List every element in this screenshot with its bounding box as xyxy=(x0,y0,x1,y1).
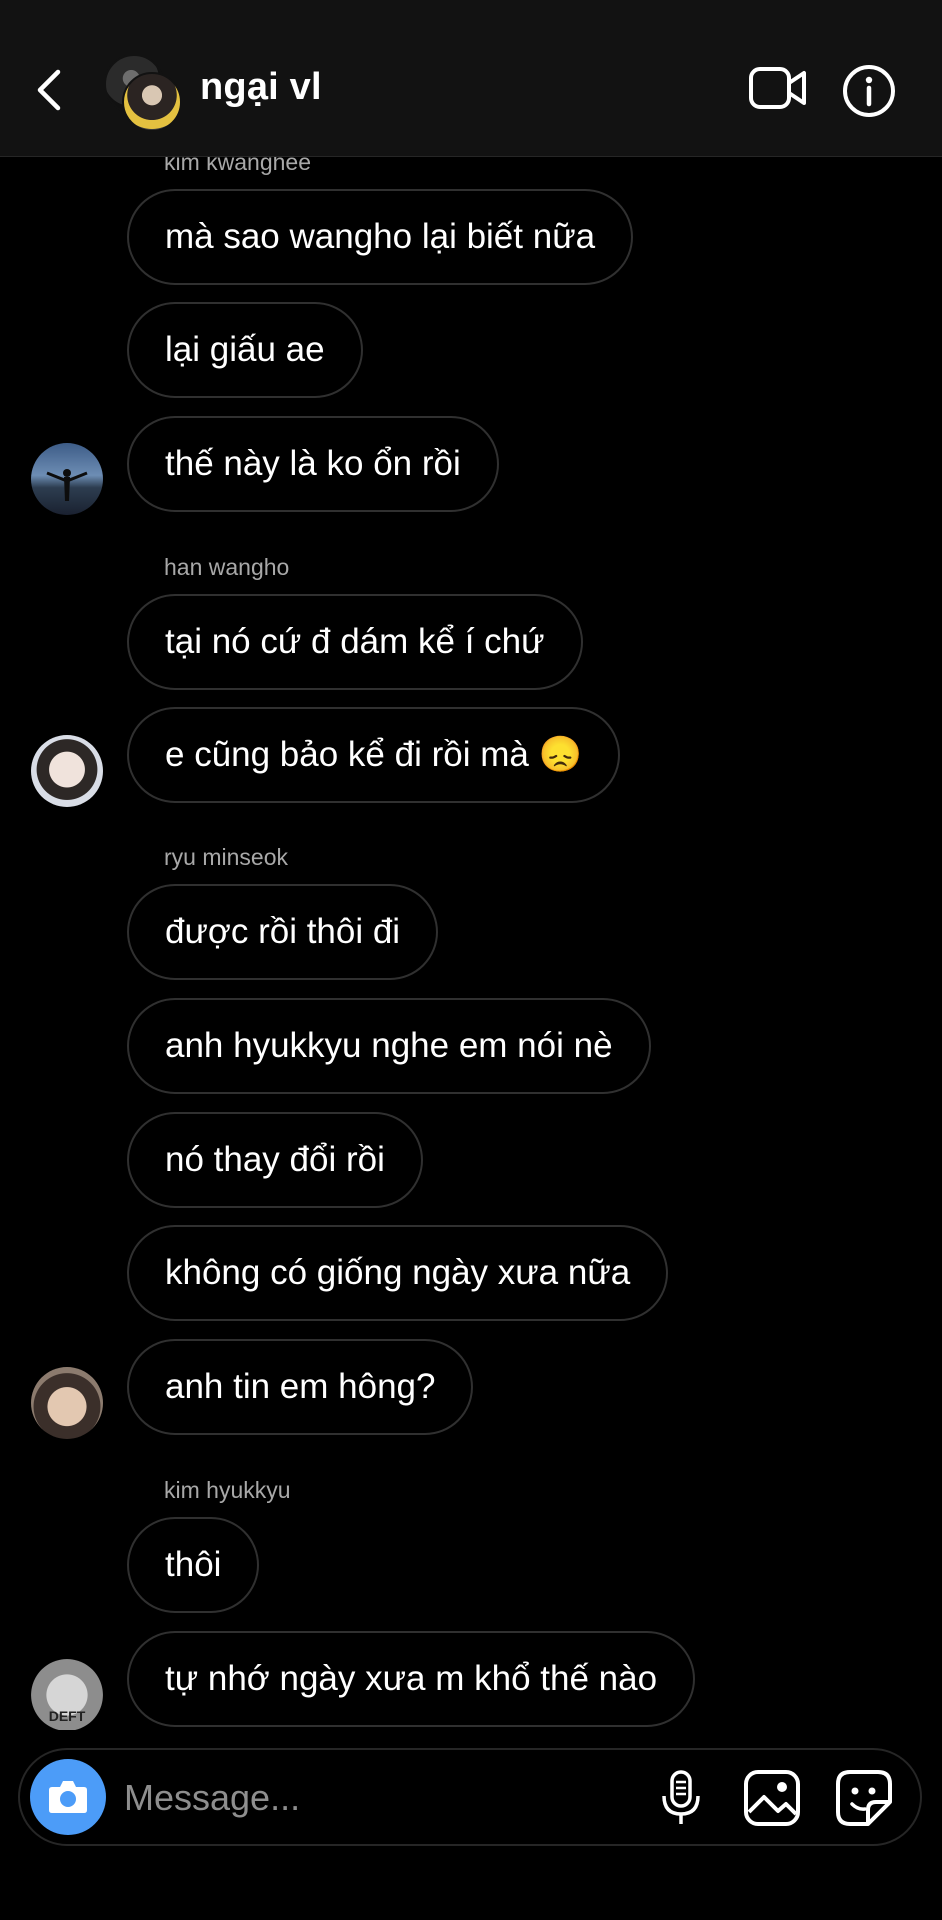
message-bubble[interactable]: lại giấu ae xyxy=(127,302,363,398)
sender-name: han wangho xyxy=(164,554,290,580)
microphone-button[interactable] xyxy=(654,1768,708,1828)
back-button[interactable] xyxy=(28,62,76,118)
message-bubble[interactable]: anh tin em hông? xyxy=(127,1339,474,1435)
message-bubble[interactable]: tại nó cứ đ dám kể í chứ xyxy=(127,594,583,690)
message-composer xyxy=(18,1748,922,1846)
microphone-icon xyxy=(662,1770,700,1824)
chevron-left-icon xyxy=(37,69,61,111)
image-icon xyxy=(744,1770,800,1826)
message-bubble[interactable]: mà sao wangho lại biết nữa xyxy=(127,189,634,285)
group-avatar[interactable] xyxy=(104,54,182,132)
message-bubble[interactable]: thôi xyxy=(127,1517,260,1613)
silhouette-icon xyxy=(46,469,88,501)
camera-button[interactable] xyxy=(30,1759,106,1835)
message-input[interactable] xyxy=(122,1772,566,1824)
sender-name: kim kwanghee xyxy=(164,157,312,175)
message-bubble[interactable]: thế này là ko ổn rồi xyxy=(127,416,499,512)
svg-text:DEFT: DEFT xyxy=(49,1708,86,1724)
message-bubble[interactable]: tự nhớ ngày xưa m khổ thế nào xyxy=(127,1631,696,1727)
sticker-icon xyxy=(836,1770,892,1826)
deft-logo: DEFT xyxy=(49,1708,86,1724)
message-bubble[interactable]: nó thay đổi rồi xyxy=(127,1112,423,1208)
message-bubble[interactable]: được rồi thôi đi xyxy=(127,884,439,980)
chat-header: ngại vl xyxy=(0,0,942,157)
info-icon xyxy=(843,65,895,117)
message-bubble[interactable]: e cũng bảo kể đi rồi mà 😞 xyxy=(127,707,621,803)
video-camera-icon xyxy=(749,67,806,109)
message-bubble[interactable]: không có giống ngày xưa nữa xyxy=(127,1225,669,1321)
sticker-button[interactable] xyxy=(834,1768,894,1828)
avatar-ryu-minseok[interactable] xyxy=(31,1367,103,1439)
info-button[interactable] xyxy=(842,64,896,118)
chat-title[interactable]: ngại vl xyxy=(200,66,322,109)
avatar-han-wangho[interactable] xyxy=(31,735,103,807)
avatar-kim-hyukkyu[interactable]: DEFT xyxy=(31,1659,103,1730)
avatar-kim-kwanghee[interactable] xyxy=(31,443,103,515)
message-bubble[interactable]: anh hyukkyu nghe em nói nè xyxy=(127,998,651,1094)
camera-icon xyxy=(49,1781,87,1813)
gallery-button[interactable] xyxy=(742,1768,802,1828)
video-call-button[interactable] xyxy=(748,64,808,114)
message-list[interactable]: kim kwanghee mà sao wangho lại biết nữa … xyxy=(0,157,942,1730)
sender-name: kim hyukkyu xyxy=(164,1477,291,1503)
sender-name: ryu minseok xyxy=(164,844,288,870)
group-avatar-photo-2 xyxy=(122,72,182,132)
